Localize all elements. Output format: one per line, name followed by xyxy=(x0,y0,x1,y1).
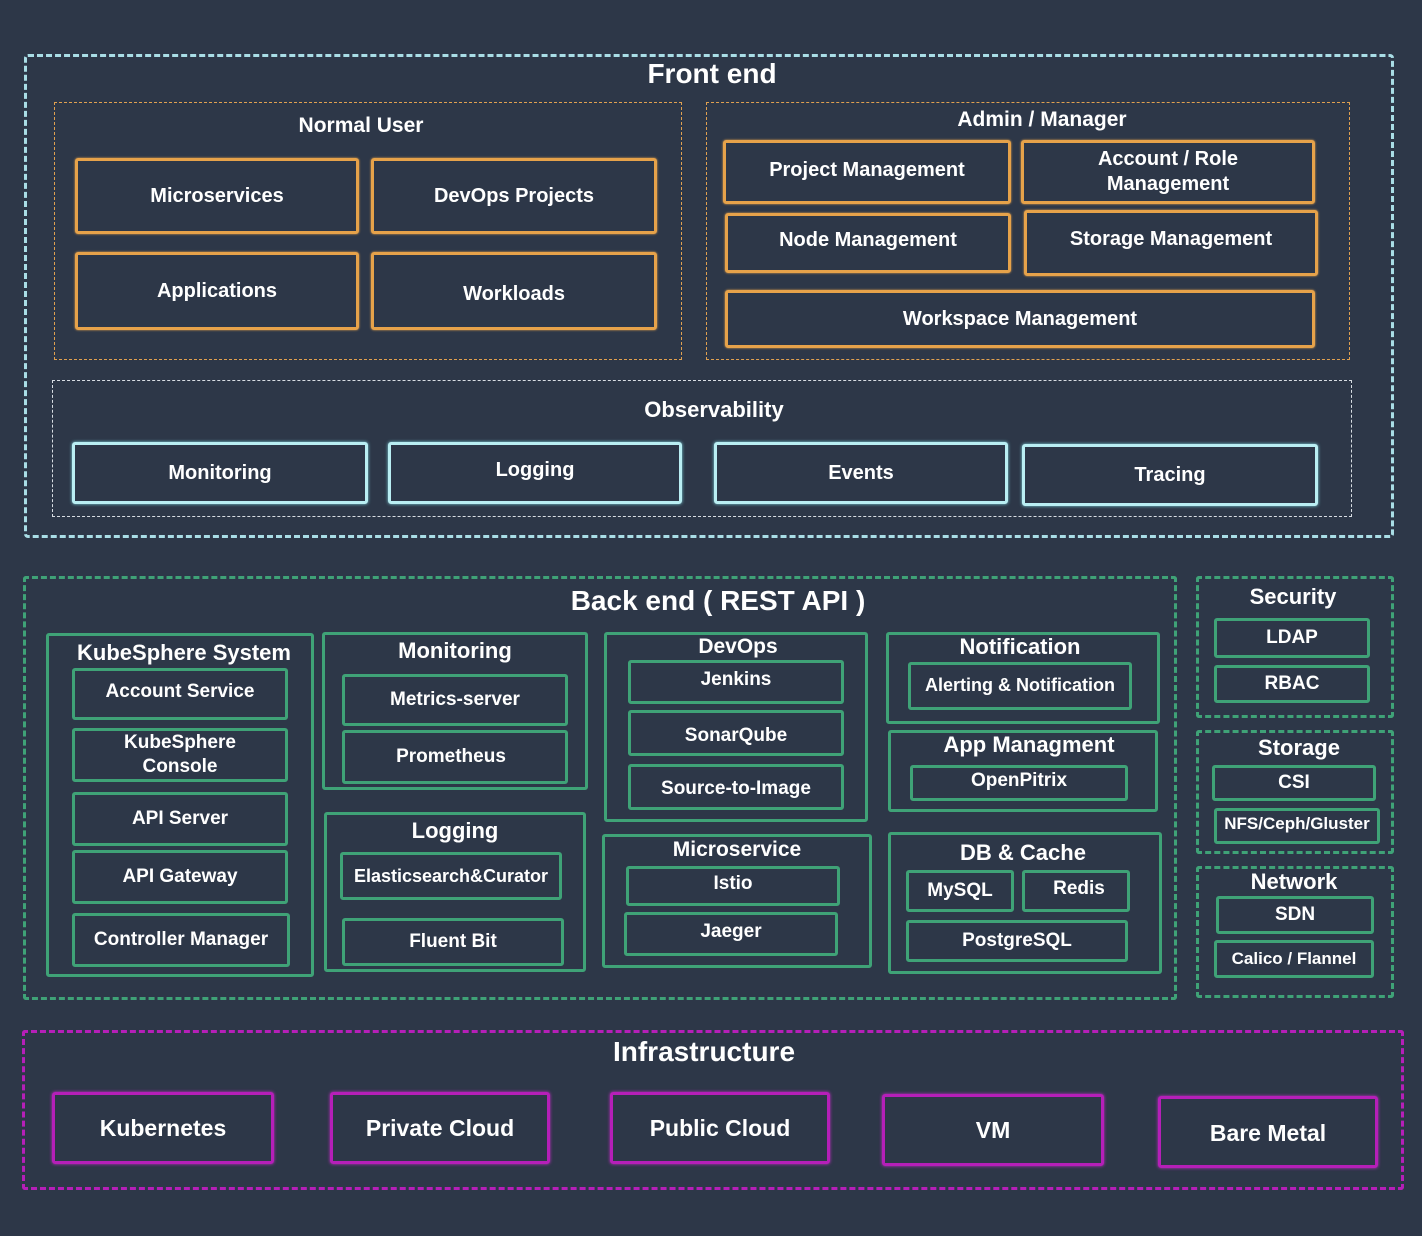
tracing-box[interactable]: Tracing xyxy=(1022,444,1318,506)
istio-box[interactable]: Istio xyxy=(626,866,840,906)
workloads-box[interactable]: Workloads xyxy=(371,252,657,330)
project-management-box[interactable]: Project Management xyxy=(723,140,1011,204)
workspace-management-box[interactable]: Workspace Management xyxy=(725,290,1315,348)
logging-box[interactable]: Logging xyxy=(388,442,682,504)
csi-box[interactable]: CSI xyxy=(1212,765,1376,801)
front-end-title: Front end xyxy=(647,58,777,89)
security-title: Security xyxy=(1249,584,1337,609)
monitoring-box[interactable]: Monitoring xyxy=(72,442,368,504)
api-server-box[interactable]: API Server xyxy=(72,792,288,846)
nfs-ceph-gluster-box[interactable]: NFS/Ceph/Gluster xyxy=(1214,808,1380,844)
vm-box[interactable]: VM xyxy=(882,1094,1104,1166)
source-to-image-box[interactable]: Source-to-Image xyxy=(628,764,844,810)
sonarqube-box[interactable]: SonarQube xyxy=(628,710,844,756)
postgresql-box[interactable]: PostgreSQL xyxy=(906,920,1128,962)
normal-user-title: Normal User xyxy=(298,114,424,137)
app-management-title: App Managment xyxy=(943,732,1115,757)
calico-flannel-box[interactable]: Calico / Flannel xyxy=(1214,940,1374,978)
bare-metal-box[interactable]: Bare Metal xyxy=(1158,1096,1378,1168)
network-title: Network xyxy=(1250,869,1338,894)
observability-title: Observability xyxy=(644,397,784,422)
account-service-box[interactable]: Account Service xyxy=(72,668,288,720)
backend-monitoring-title: Monitoring xyxy=(398,638,512,663)
fluent-bit-box[interactable]: Fluent Bit xyxy=(342,918,564,966)
backend-logging-title: Logging xyxy=(411,818,499,843)
microservices-box[interactable]: Microservices xyxy=(75,158,359,234)
storage-title: Storage xyxy=(1258,735,1340,760)
applications-box[interactable]: Applications xyxy=(75,252,359,330)
jaeger-box[interactable]: Jaeger xyxy=(624,912,838,956)
sdn-box[interactable]: SDN xyxy=(1216,896,1374,934)
api-gateway-box[interactable]: API Gateway xyxy=(72,850,288,904)
private-cloud-box[interactable]: Private Cloud xyxy=(330,1092,550,1164)
elasticsearch-curator-box[interactable]: Elasticsearch&Curator xyxy=(340,852,562,900)
mysql-box[interactable]: MySQL xyxy=(906,870,1014,912)
microservice-title: Microservice xyxy=(672,838,802,861)
controller-manager-box[interactable]: Controller Manager xyxy=(72,913,290,967)
jenkins-box[interactable]: Jenkins xyxy=(628,660,844,704)
prometheus-box[interactable]: Prometheus xyxy=(342,730,568,784)
events-box[interactable]: Events xyxy=(714,442,1008,504)
kubesphere-system-title: KubeSphere System xyxy=(77,640,291,665)
metrics-server-box[interactable]: Metrics-server xyxy=(342,674,568,726)
db-cache-title: DB & Cache xyxy=(960,840,1086,865)
infrastructure-title: Infrastructure xyxy=(612,1036,796,1067)
node-management-box[interactable]: Node Management xyxy=(725,213,1011,273)
devops-title: DevOps xyxy=(698,635,778,658)
admin-manager-title: Admin / Manager xyxy=(957,108,1127,131)
kubesphere-console-box[interactable]: KubeSphere Console xyxy=(72,728,288,782)
account-role-management-box[interactable]: Account / Role Management xyxy=(1021,140,1315,204)
public-cloud-box[interactable]: Public Cloud xyxy=(610,1092,830,1164)
devops-projects-box[interactable]: DevOps Projects xyxy=(371,158,657,234)
openpitrix-box[interactable]: OpenPitrix xyxy=(910,765,1128,801)
alerting-notification-box[interactable]: Alerting & Notification xyxy=(908,662,1132,710)
ldap-box[interactable]: LDAP xyxy=(1214,618,1370,658)
notification-title: Notification xyxy=(959,634,1081,659)
kubernetes-box[interactable]: Kubernetes xyxy=(52,1092,274,1164)
rbac-box[interactable]: RBAC xyxy=(1214,665,1370,703)
redis-box[interactable]: Redis xyxy=(1022,870,1130,912)
storage-management-box[interactable]: Storage Management xyxy=(1024,210,1318,276)
